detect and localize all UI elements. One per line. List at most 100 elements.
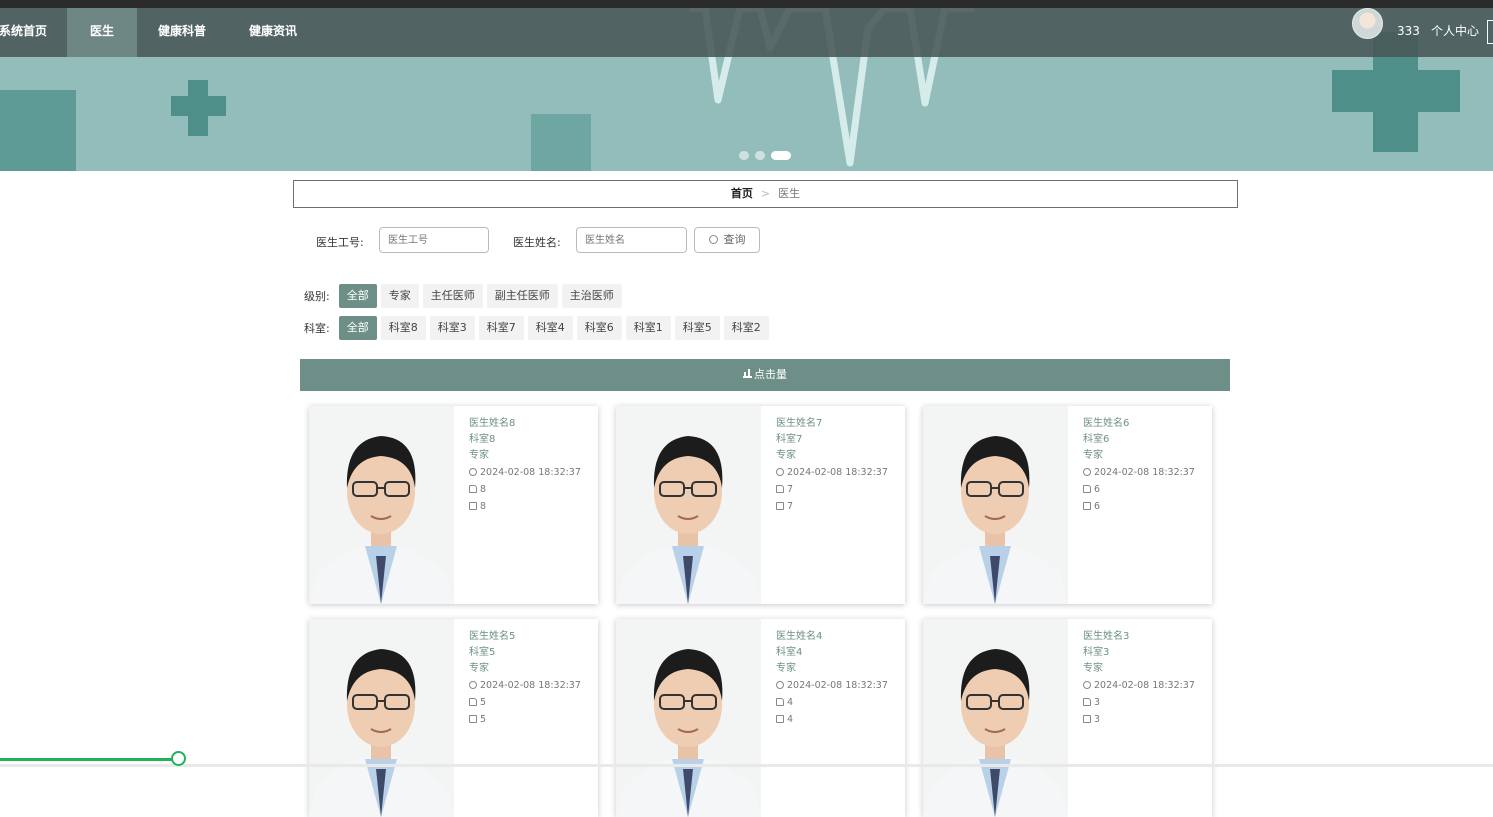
doctor-time-row: 2024-02-08 18:32:37 <box>776 677 888 694</box>
dept-chip[interactable]: 科室1 <box>625 316 671 340</box>
doctor-time: 2024-02-08 18:32:37 <box>787 680 888 691</box>
thumbs-up-icon <box>469 485 477 493</box>
doctor-photo <box>309 619 454 817</box>
clock-icon <box>469 681 477 689</box>
doctor-likes: 6 <box>1094 484 1101 495</box>
doctor-likes: 4 <box>787 697 794 708</box>
doctor-info: 医生姓名8 科室8 专家 2024-02-08 18:32:37 8 8 <box>469 416 581 515</box>
level-chip-all[interactable]: 全部 <box>338 284 377 308</box>
doctor-comments-row: 5 <box>469 711 581 728</box>
doctor-likes: 8 <box>480 484 487 495</box>
doctor-photo <box>309 406 454 604</box>
doctor-comments: 7 <box>787 501 794 512</box>
doctor-card[interactable]: 医生姓名8 科室8 专家 2024-02-08 18:32:37 8 8 <box>309 406 598 604</box>
dept-chip[interactable]: 科室8 <box>380 316 426 340</box>
doctor-info: 医生姓名7 科室7 专家 2024-02-08 18:32:37 7 7 <box>776 416 888 515</box>
dept-chip[interactable]: 科室4 <box>527 316 573 340</box>
doctor-level: 专家 <box>469 450 489 461</box>
doctor-info: 医生姓名5 科室5 专家 2024-02-08 18:32:37 5 5 <box>469 629 581 728</box>
clock-icon <box>776 468 784 476</box>
doctor-time-row: 2024-02-08 18:32:37 <box>1083 677 1195 694</box>
dept-chip[interactable]: 科室3 <box>429 316 475 340</box>
level-filter: 级别: 全部 专家 主任医师 副主任医师 主治医师 <box>304 284 626 308</box>
doctor-time-row: 2024-02-08 18:32:37 <box>1083 464 1195 481</box>
banner-block-left <box>0 90 76 171</box>
doctor-name: 医生姓名7 <box>776 418 823 429</box>
clock-icon <box>776 681 784 689</box>
doctor-name: 医生姓名6 <box>1083 418 1130 429</box>
doctor-card[interactable]: 医生姓名5 科室5 专家 2024-02-08 18:32:37 5 5 <box>309 619 598 817</box>
doctor-id-input[interactable] <box>379 227 489 253</box>
doctor-name: 医生姓名8 <box>469 418 516 429</box>
comment-icon <box>776 502 784 510</box>
search-icon <box>708 235 718 244</box>
doctor-dept: 科室5 <box>469 647 496 658</box>
doctor-photo <box>616 619 761 817</box>
sort-label: 点击量 <box>754 368 787 381</box>
doctor-comments: 3 <box>1094 714 1101 725</box>
doctor-portrait <box>309 649 454 817</box>
doctor-info: 医生姓名6 科室6 专家 2024-02-08 18:32:37 6 6 <box>1083 416 1195 515</box>
level-chip-attending[interactable]: 主治医师 <box>561 284 622 308</box>
clock-icon <box>1083 681 1091 689</box>
doctor-comments: 5 <box>480 714 487 725</box>
nav-item-doctors[interactable]: 医生 <box>67 8 137 57</box>
doctor-level: 专家 <box>469 663 489 674</box>
nav-item-health-news[interactable]: 健康资讯 <box>244 8 302 57</box>
doctor-level: 专家 <box>1083 663 1103 674</box>
bar-chart-icon <box>743 369 752 378</box>
thumbs-up-icon <box>469 698 477 706</box>
doctor-name-input[interactable] <box>576 227 687 253</box>
user-avatar[interactable] <box>1352 8 1383 39</box>
breadcrumb-home[interactable]: 首页 <box>731 187 753 200</box>
doctor-portrait <box>923 649 1068 817</box>
top-navbar: 系统首页 医生 健康科普 健康资讯 <box>0 8 1493 57</box>
search-button[interactable]: 查询 <box>694 227 760 253</box>
thumbs-up-icon <box>1083 485 1091 493</box>
carousel-indicators <box>739 151 791 160</box>
doctor-name: 医生姓名4 <box>776 631 823 642</box>
carousel-dot[interactable] <box>739 151 749 160</box>
doctor-comments: 4 <box>787 714 794 725</box>
doctor-portrait <box>616 436 761 604</box>
dept-chip[interactable]: 科室5 <box>674 316 720 340</box>
carousel-dot-active[interactable] <box>771 151 791 160</box>
level-chip-expert[interactable]: 专家 <box>380 284 419 308</box>
doctor-dept: 科室7 <box>776 434 803 445</box>
user-center-link[interactable]: 个人中心 <box>1431 8 1479 57</box>
level-chip-chief[interactable]: 主任医师 <box>422 284 483 308</box>
doctor-comments: 8 <box>480 501 487 512</box>
nav-item-health-science[interactable]: 健康科普 <box>153 8 211 57</box>
nav-item-home[interactable]: 系统首页 <box>0 8 52 57</box>
level-chip-associate-chief[interactable]: 副主任医师 <box>486 284 558 308</box>
nav-edge-button[interactable] <box>1487 20 1493 44</box>
doctor-card[interactable]: 医生姓名6 科室6 专家 2024-02-08 18:32:37 6 6 <box>923 406 1212 604</box>
doctor-time-row: 2024-02-08 18:32:37 <box>469 464 581 481</box>
doctor-card[interactable]: 医生姓名7 科室7 专家 2024-02-08 18:32:37 7 7 <box>616 406 905 604</box>
dept-chip-all[interactable]: 全部 <box>338 316 377 340</box>
doctor-time: 2024-02-08 18:32:37 <box>480 467 581 478</box>
doctor-comments-row: 7 <box>776 498 888 515</box>
doctor-portrait <box>309 436 454 604</box>
doctor-likes-row: 3 <box>1083 694 1195 711</box>
doctor-card[interactable]: 医生姓名3 科室3 专家 2024-02-08 18:32:37 3 3 <box>923 619 1212 817</box>
doctor-comments-row: 3 <box>1083 711 1195 728</box>
thumbs-up-icon <box>776 698 784 706</box>
doctor-dept: 科室4 <box>776 647 803 658</box>
sort-by-clicks-bar[interactable]: 点击量 <box>300 359 1230 391</box>
doctor-likes-row: 6 <box>1083 481 1195 498</box>
thumbs-up-icon <box>776 485 784 493</box>
dept-chip[interactable]: 科室2 <box>723 316 769 340</box>
doctor-time-row: 2024-02-08 18:32:37 <box>776 464 888 481</box>
doctor-likes: 5 <box>480 697 487 708</box>
dept-chip[interactable]: 科室7 <box>478 316 524 340</box>
doctor-level: 专家 <box>776 663 796 674</box>
doctor-photo <box>923 406 1068 604</box>
window-top-strip <box>0 0 1493 8</box>
doctor-comments-row: 4 <box>776 711 888 728</box>
doctor-card[interactable]: 医生姓名4 科室4 专家 2024-02-08 18:32:37 4 4 <box>616 619 905 817</box>
carousel-dot[interactable] <box>755 151 765 160</box>
dept-chip[interactable]: 科室6 <box>576 316 622 340</box>
doctor-likes: 3 <box>1094 697 1101 708</box>
doctor-name: 医生姓名3 <box>1083 631 1130 642</box>
